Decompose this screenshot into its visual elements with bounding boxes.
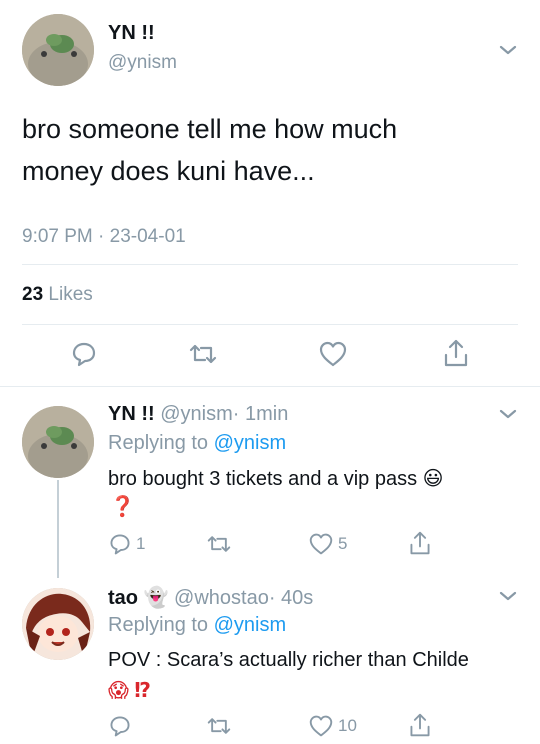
reply-header: tao 👻 @whostao· 40s: [108, 585, 313, 610]
like-icon[interactable]: [318, 340, 348, 368]
display-name[interactable]: YN !!: [108, 22, 155, 45]
replying-prefix: Replying to: [108, 432, 209, 454]
reply-text-line2: 😱 ⁉: [108, 680, 151, 702]
share-icon: [410, 531, 430, 555]
replying-handle-link[interactable]: @ynism: [214, 614, 287, 636]
retweet-button[interactable]: [206, 714, 236, 738]
reply-text: bro bought 3 tickets and a vip pass: [108, 468, 418, 490]
like-count: 10: [338, 716, 357, 735]
handle[interactable]: @ynism: [108, 52, 177, 74]
like-count: 5: [338, 534, 348, 553]
reply-icon: [110, 534, 130, 555]
likes-label: Likes: [48, 284, 93, 305]
reply-icon: [110, 716, 130, 737]
reply-text-line1: bro bought 3 tickets and a vip pass 😃: [108, 466, 444, 491]
timestamp[interactable]: 9:07 PM · 23-04-01: [22, 226, 186, 248]
like-button[interactable]: 5: [308, 532, 347, 556]
likes-count: 23: [22, 284, 44, 305]
tweet-text-line1: bro someone tell me how much: [22, 114, 398, 144]
like-button[interactable]: 10: [308, 714, 357, 738]
avatar[interactable]: [22, 406, 94, 478]
chevron-down-icon[interactable]: [498, 586, 518, 606]
chevron-down-icon[interactable]: [498, 404, 518, 424]
reply-text-line2: ❓: [110, 496, 135, 518]
replying-to: Replying to @ynism: [108, 614, 286, 637]
share-button[interactable]: [408, 712, 432, 738]
divider: [22, 324, 518, 325]
replying-handle-link[interactable]: @ynism: [214, 432, 287, 454]
retweet-icon[interactable]: [188, 340, 218, 368]
chevron-down-icon[interactable]: [498, 40, 518, 60]
like-icon: [309, 533, 333, 555]
reply-button[interactable]: [108, 714, 136, 738]
share-icon[interactable]: [442, 338, 470, 368]
handle[interactable]: @ynism: [160, 403, 233, 425]
divider: [22, 264, 518, 265]
share-button[interactable]: [408, 530, 432, 556]
reply-text-line1: POV : Scara’s actually richer than Child…: [108, 649, 469, 671]
display-name[interactable]: YN !!: [108, 403, 155, 425]
retweet-icon: [207, 536, 231, 552]
reply-icon[interactable]: [70, 340, 98, 368]
like-icon: [309, 715, 333, 737]
handle[interactable]: @whostao: [174, 587, 269, 609]
divider: [0, 386, 540, 387]
avatar[interactable]: [22, 14, 94, 86]
reply-header: YN !! @ynism· 1min: [108, 403, 288, 426]
reply-time[interactable]: · 40s: [269, 587, 313, 609]
thread-line: [57, 480, 59, 578]
likes-stat[interactable]: 23 Likes: [22, 284, 93, 306]
reply-time[interactable]: · 1min: [233, 403, 289, 425]
retweet-icon: [207, 718, 231, 734]
avatar[interactable]: [22, 588, 94, 660]
replying-to: Replying to @ynism: [108, 432, 286, 455]
replying-prefix: Replying to: [108, 614, 209, 636]
ghost-emoji-icon: 👻: [143, 587, 169, 609]
reply-count: 1: [136, 534, 146, 553]
reply-button[interactable]: 1: [108, 532, 145, 556]
smiley-emoji-icon: 😃: [422, 468, 444, 490]
retweet-button[interactable]: [206, 532, 236, 556]
share-icon: [410, 713, 430, 737]
tweet-text-line2: money does kuni have...: [22, 156, 315, 186]
display-name[interactable]: tao: [108, 587, 138, 609]
